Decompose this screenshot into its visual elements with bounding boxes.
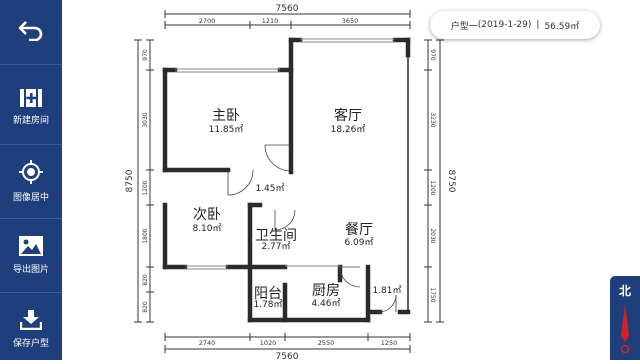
sidebar: 新建房间 图像居中 导出图片 保存户型 — [0, 0, 62, 360]
floor-plan[interactable]: 7560 2700 1210 3650 2740 1020 2550 1250 … — [62, 0, 640, 360]
add-room-icon — [20, 88, 42, 107]
dim-left-seg: 1800 — [142, 228, 149, 243]
dim-top-seg: 3650 — [342, 17, 359, 25]
info-separator: | — [536, 20, 540, 30]
room-area-living-room: 18.26㎡ — [331, 124, 366, 135]
floorplan-date: (2019-1-29) — [477, 20, 532, 30]
dim-right-seg: 1750 — [429, 287, 436, 302]
room-name-kitchen: 厨房 — [312, 283, 340, 299]
dim-bottom-total: 7560 — [276, 352, 299, 360]
dim-bottom-seg: 1250 — [381, 339, 398, 347]
floorplan-name: 户型一 — [450, 21, 478, 32]
dim-right-seg: 1200 — [429, 180, 436, 195]
floorplan-total-area: 56.59㎡ — [544, 21, 580, 32]
room-area-second-bedroom: 8.10㎡ — [192, 223, 221, 234]
back-arrow-icon — [18, 21, 43, 41]
center-image-button[interactable]: 图像居中 — [0, 146, 62, 216]
dim-left-seg: 3030 — [142, 112, 149, 127]
export-image-button[interactable]: 导出图片 — [0, 220, 62, 290]
room-area-master-bedroom: 11.85㎡ — [209, 124, 244, 135]
compass-needle-icon — [620, 304, 630, 354]
dim-right-total: 8750 — [446, 170, 456, 193]
save-floorplan-label: 保存户型 — [12, 338, 49, 349]
compass[interactable]: 北 — [610, 276, 640, 360]
image-export-icon — [19, 235, 43, 256]
dim-bottom-seg: 2550 — [318, 339, 335, 347]
dim-bottom-seg: 2740 — [199, 339, 216, 347]
dim-right-seg: 2030 — [429, 228, 436, 243]
dim-bottom-seg: 1020 — [260, 339, 277, 347]
dim-left-seg: 1200 — [142, 180, 149, 195]
export-image-label: 导出图片 — [12, 264, 49, 275]
room-area-kitchen: 4.46㎡ — [311, 298, 340, 309]
room-name-master-bedroom: 主卧 — [212, 108, 240, 124]
new-room-button[interactable]: 新建房间 — [0, 72, 62, 142]
room-area-dining-room: 6.09㎡ — [344, 237, 373, 248]
save-floorplan-button[interactable]: 保存户型 — [0, 294, 62, 364]
dim-top-seg: 1210 — [262, 17, 279, 25]
room-name-dining-room: 餐厅 — [345, 222, 373, 238]
room-area-small-balcony: 1.81㎡ — [372, 285, 401, 296]
room-area-bathroom: 2.77㎡ — [261, 241, 290, 252]
dim-left-seg: 970 — [142, 49, 149, 61]
room-area-balcony: 1.78㎡ — [253, 299, 282, 310]
new-room-label: 新建房间 — [12, 115, 49, 126]
dim-left-total: 8750 — [125, 169, 135, 192]
room-name-second-bedroom: 次卧 — [193, 207, 221, 223]
dim-left-seg: 820 — [142, 301, 149, 313]
save-download-icon — [20, 309, 42, 330]
dim-right-seg: 970 — [429, 49, 436, 61]
walls — [162, 37, 411, 323]
back-button[interactable] — [0, 0, 62, 60]
center-target-icon — [19, 159, 43, 184]
floorplan-info-pill[interactable]: 户型一 (2019-1-29) | 56.59㎡ — [430, 11, 600, 39]
dim-left-seg: 820 — [142, 274, 149, 286]
center-image-label: 图像居中 — [12, 192, 49, 203]
room-name-living-room: 客厅 — [334, 107, 362, 124]
dim-top-total: 7560 — [276, 4, 299, 14]
dim-top-seg: 2700 — [199, 17, 216, 25]
room-area-hallway: 1.45㎡ — [255, 183, 284, 194]
dim-right-seg: 3230 — [429, 112, 436, 127]
